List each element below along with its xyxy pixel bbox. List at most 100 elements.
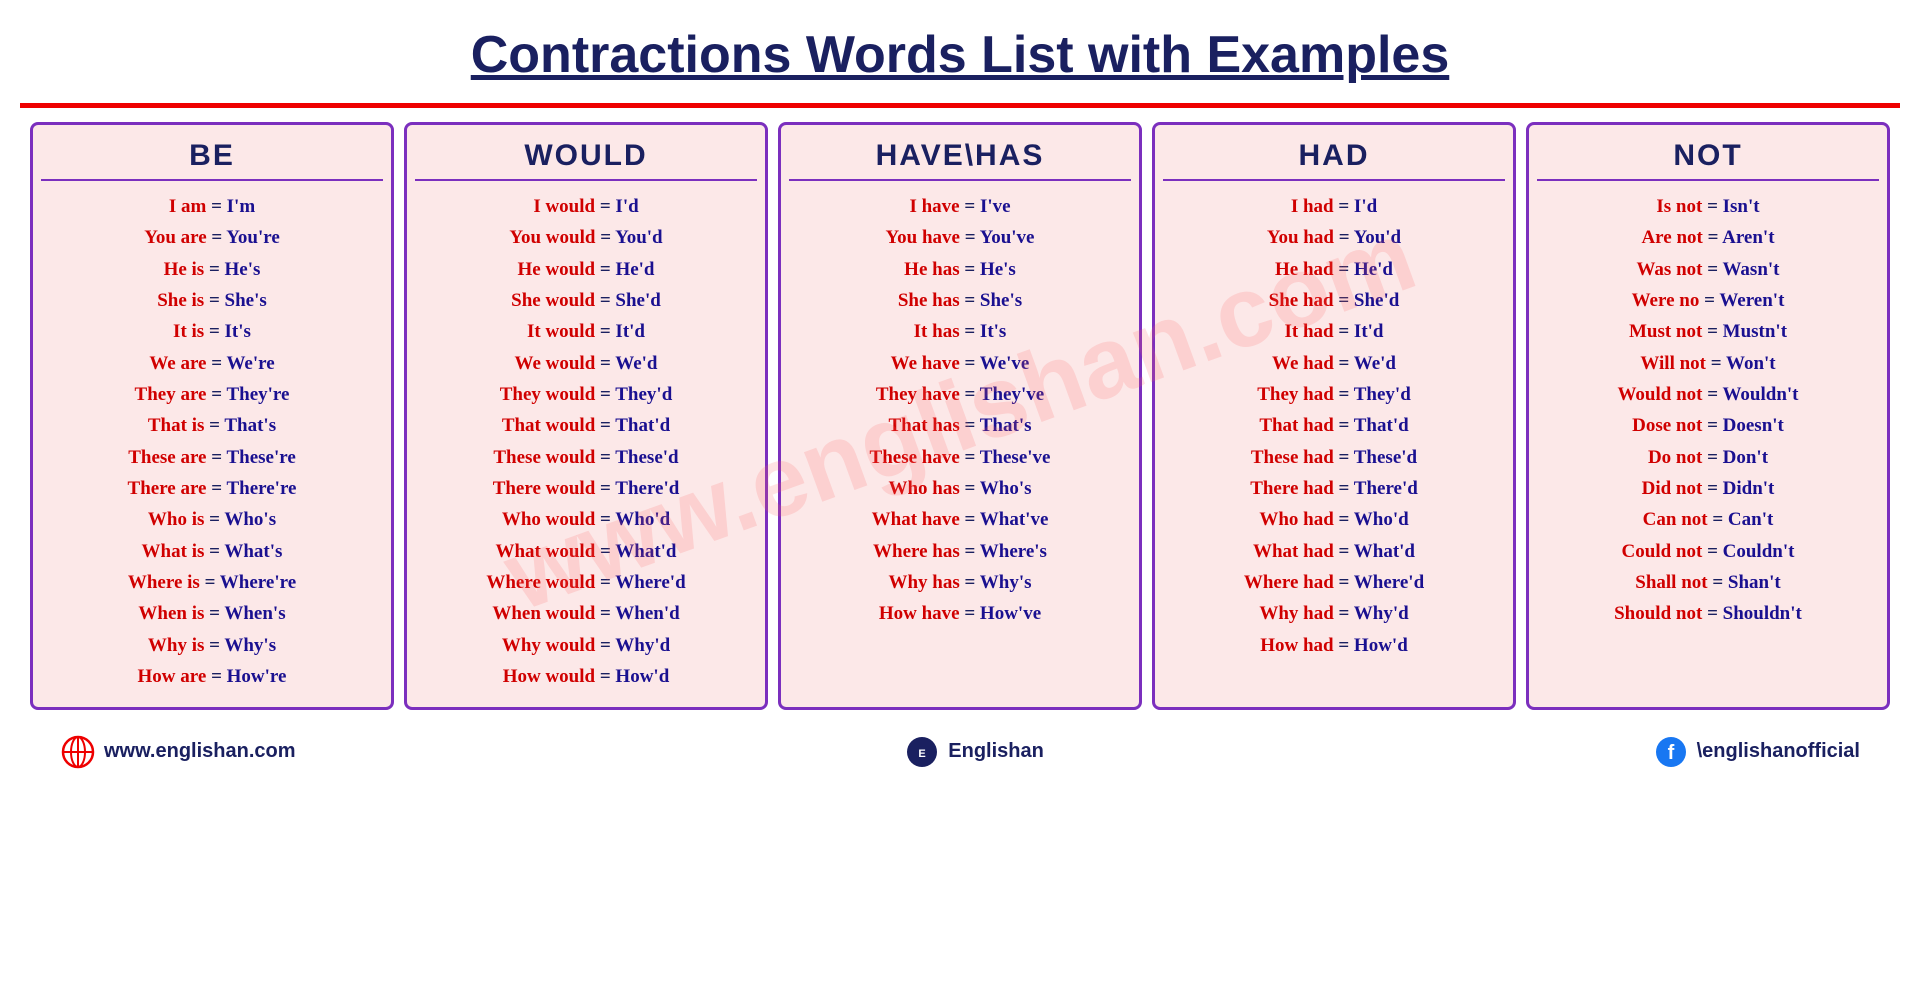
table-row: Will not = Won't bbox=[1537, 348, 1879, 379]
equals-sign: = bbox=[204, 415, 224, 436]
table-row: These have = These've bbox=[789, 442, 1131, 473]
original-word: They are bbox=[135, 384, 207, 405]
table-row: You would = You'd bbox=[415, 222, 757, 253]
contraction-word: Where'd bbox=[615, 572, 685, 593]
table-row: That had = That'd bbox=[1163, 410, 1505, 441]
contraction-word: He's bbox=[980, 259, 1016, 280]
contraction-word: How'd bbox=[1354, 635, 1408, 656]
table-row: Who has = Who's bbox=[789, 473, 1131, 504]
contraction-word: Why'd bbox=[1354, 603, 1409, 624]
column-not: NOTIs not = Isn'tAre not = Aren'tWas not… bbox=[1526, 122, 1890, 710]
equals-sign: = bbox=[1334, 353, 1354, 374]
equals-sign: = bbox=[960, 478, 980, 499]
footer-website: www.englishan.com bbox=[60, 734, 296, 770]
table-row: There had = There'd bbox=[1163, 473, 1505, 504]
contraction-word: It's bbox=[980, 321, 1006, 342]
contraction-word: It'd bbox=[1354, 321, 1384, 342]
contraction-word: Shouldn't bbox=[1723, 603, 1802, 624]
table-row: She is = She's bbox=[41, 285, 383, 316]
equals-sign: = bbox=[1699, 290, 1719, 311]
equals-sign: = bbox=[206, 666, 226, 687]
table-row: Where would = Where'd bbox=[415, 567, 757, 598]
contraction-word: We've bbox=[980, 353, 1030, 374]
contraction-word: Don't bbox=[1723, 447, 1768, 468]
table-row: We have = We've bbox=[789, 348, 1131, 379]
equals-sign: = bbox=[595, 415, 615, 436]
table-row: They are = They're bbox=[41, 379, 383, 410]
original-word: She has bbox=[898, 290, 960, 311]
contraction-word: Where'd bbox=[1354, 572, 1424, 593]
equals-sign: = bbox=[207, 353, 227, 374]
table-row: These would = These'd bbox=[415, 442, 757, 473]
table-row: How would = How'd bbox=[415, 661, 757, 692]
original-word: You have bbox=[886, 227, 960, 248]
original-word: Where had bbox=[1244, 572, 1334, 593]
table-row: They have = They've bbox=[789, 379, 1131, 410]
contraction-word: It's bbox=[225, 321, 251, 342]
table-row: It had = It'd bbox=[1163, 316, 1505, 347]
equals-sign: = bbox=[1334, 227, 1354, 248]
equals-sign: = bbox=[960, 259, 980, 280]
equals-sign: = bbox=[960, 447, 980, 468]
table-row: I am = I'm bbox=[41, 191, 383, 222]
original-word: Are not bbox=[1641, 227, 1702, 248]
equals-sign: = bbox=[207, 227, 227, 248]
contraction-word: It'd bbox=[615, 321, 645, 342]
equals-sign: = bbox=[595, 196, 615, 217]
original-word: They would bbox=[500, 384, 596, 405]
contraction-word: These'd bbox=[615, 447, 678, 468]
original-word: These are bbox=[128, 447, 206, 468]
table-row: You are = You're bbox=[41, 222, 383, 253]
column-have-has: HAVE\HASI have = I'veYou have = You'veHe… bbox=[778, 122, 1142, 710]
equals-sign: = bbox=[595, 509, 615, 530]
equals-sign: = bbox=[595, 259, 615, 280]
content-area: www.englishan.com BEI am = I'mYou are = … bbox=[20, 122, 1900, 710]
equals-sign: = bbox=[1334, 290, 1354, 311]
equals-sign: = bbox=[204, 541, 224, 562]
contraction-word: Isn't bbox=[1723, 196, 1760, 217]
equals-sign: = bbox=[595, 321, 615, 342]
equals-sign: = bbox=[595, 572, 615, 593]
equals-sign: = bbox=[204, 290, 224, 311]
column-would: WOULDI would = I'dYou would = You'dHe wo… bbox=[404, 122, 768, 710]
contraction-word: They've bbox=[980, 384, 1044, 405]
column-be: BEI am = I'mYou are = You'reHe is = He's… bbox=[30, 122, 394, 710]
original-word: How have bbox=[879, 603, 960, 624]
footer-website-text: www.englishan.com bbox=[104, 740, 296, 763]
equals-sign: = bbox=[1334, 259, 1354, 280]
table-row: It is = It's bbox=[41, 316, 383, 347]
equals-sign: = bbox=[1708, 509, 1728, 530]
footer: www.englishan.com E Englishan f \english… bbox=[20, 722, 1900, 776]
original-word: That would bbox=[502, 415, 595, 436]
page-title: Contractions Words List with Examples bbox=[20, 10, 1900, 103]
table-row: There are = There're bbox=[41, 473, 383, 504]
original-word: Why has bbox=[888, 572, 959, 593]
original-word: What have bbox=[872, 509, 960, 530]
equals-sign: = bbox=[960, 603, 980, 624]
equals-sign: = bbox=[206, 478, 226, 499]
equals-sign: = bbox=[1702, 478, 1722, 499]
table-row: How are = How're bbox=[41, 661, 383, 692]
contraction-word: That'd bbox=[1354, 415, 1409, 436]
original-word: She would bbox=[511, 290, 595, 311]
contraction-word: What's bbox=[224, 541, 282, 562]
original-word: You would bbox=[509, 227, 595, 248]
contraction-word: She's bbox=[980, 290, 1022, 311]
table-row: Must not = Mustn't bbox=[1537, 316, 1879, 347]
equals-sign: = bbox=[204, 509, 224, 530]
contraction-word: That'd bbox=[615, 415, 670, 436]
equals-sign: = bbox=[1334, 541, 1354, 562]
original-word: We are bbox=[149, 353, 206, 374]
table-row: What would = What'd bbox=[415, 536, 757, 567]
table-row: Are not = Aren't bbox=[1537, 222, 1879, 253]
contraction-word: He'd bbox=[1354, 259, 1393, 280]
original-word: How had bbox=[1260, 635, 1333, 656]
equals-sign: = bbox=[595, 353, 615, 374]
contraction-word: Can't bbox=[1728, 509, 1773, 530]
original-word: Dose not bbox=[1632, 415, 1702, 436]
equals-sign: = bbox=[1334, 384, 1354, 405]
table-row: Should not = Shouldn't bbox=[1537, 598, 1879, 629]
original-word: Why would bbox=[502, 635, 595, 656]
original-word: Who has bbox=[888, 478, 959, 499]
contraction-word: He'd bbox=[615, 259, 654, 280]
